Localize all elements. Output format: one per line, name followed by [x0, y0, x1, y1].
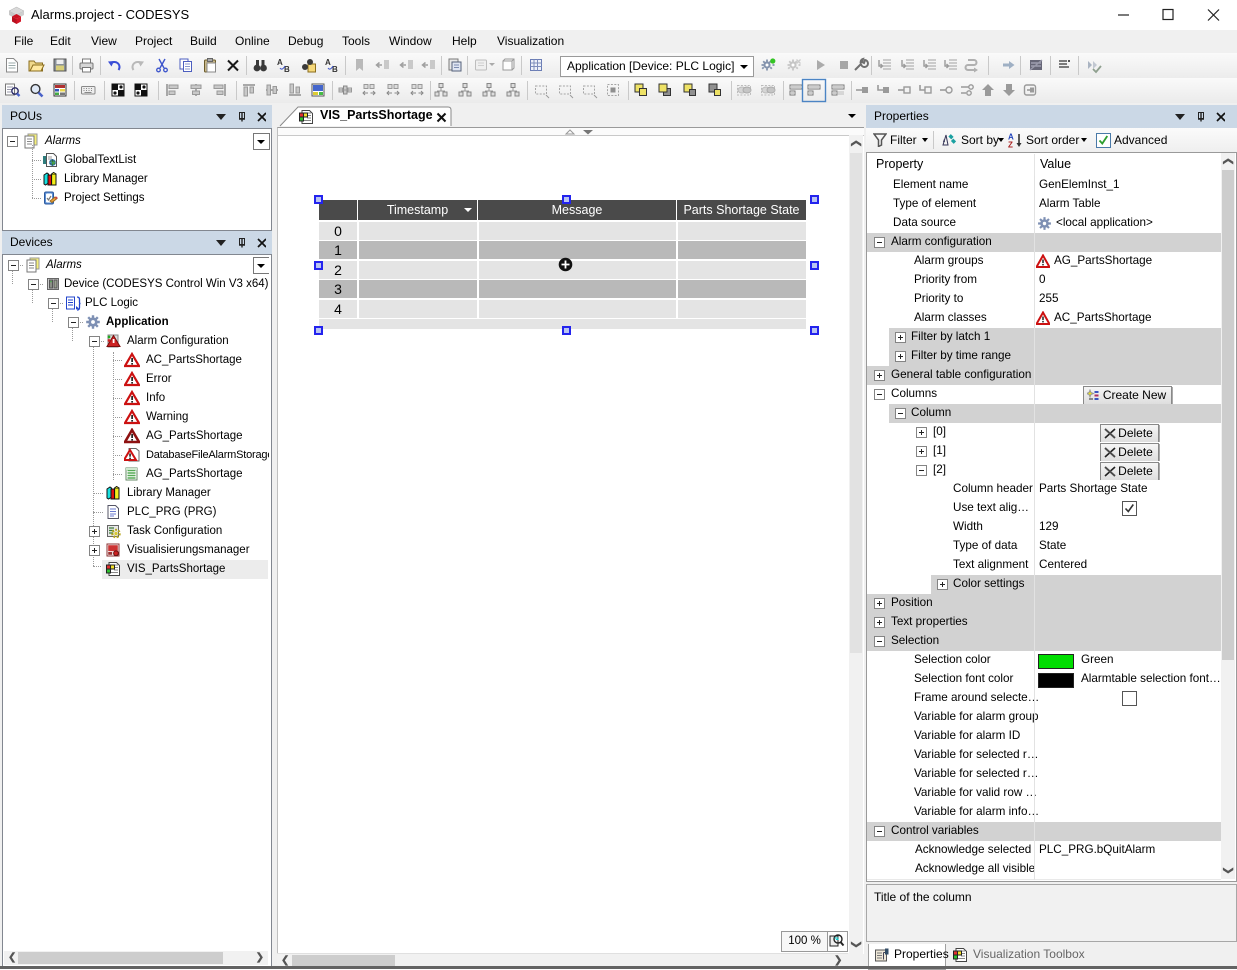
svg-text:Z: Z	[1008, 141, 1013, 149]
